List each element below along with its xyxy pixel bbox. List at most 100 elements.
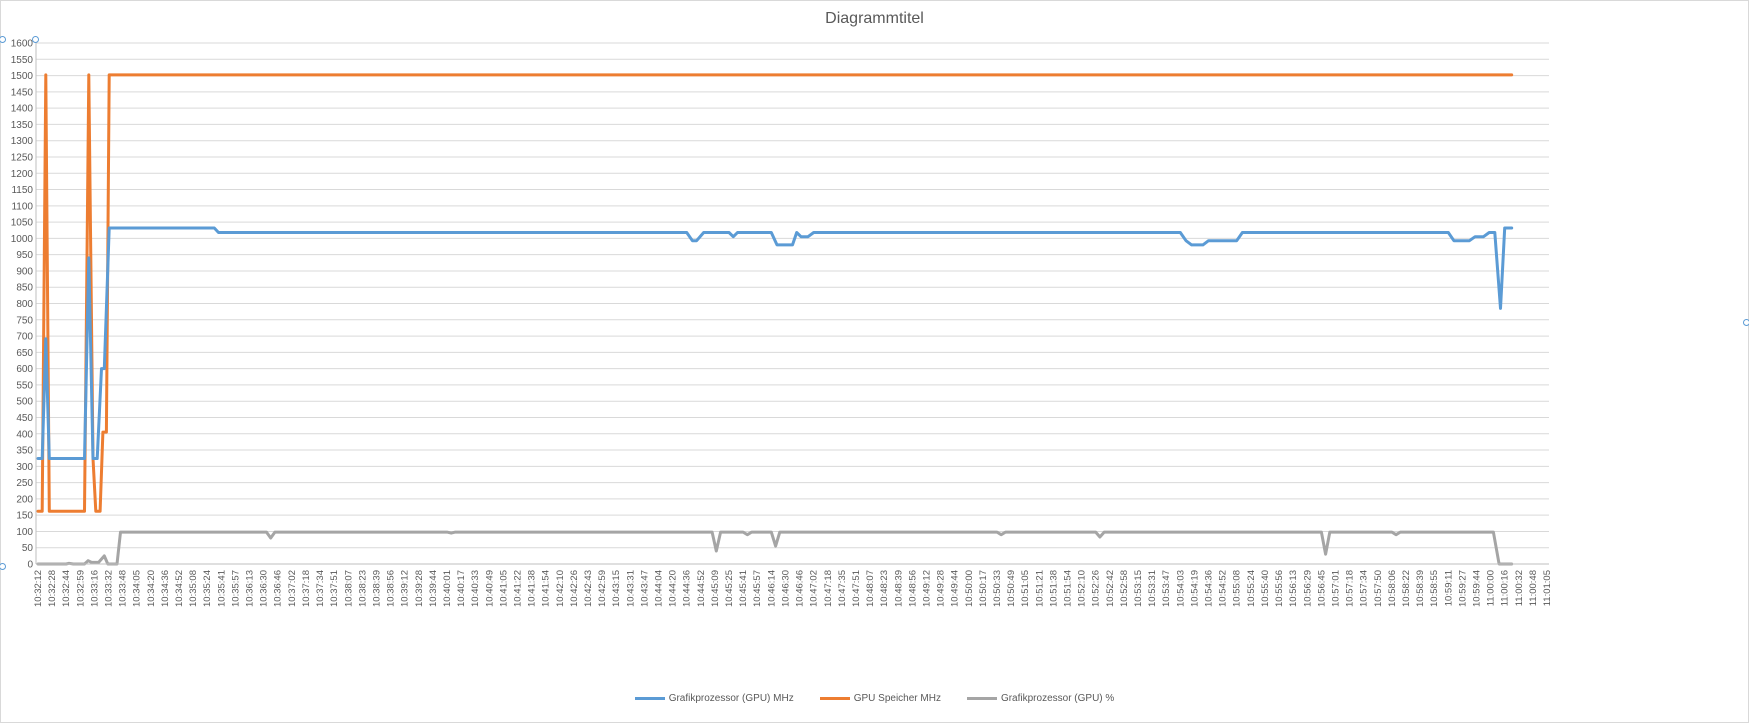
y-tick-label: 1350 bbox=[11, 120, 34, 131]
x-tick-label: 10:54:03 bbox=[1175, 570, 1186, 607]
x-tick-label: 10:42:43 bbox=[583, 570, 594, 607]
x-tick-label: 10:59:11 bbox=[1443, 570, 1454, 606]
x-tick-label: 10:40:33 bbox=[470, 570, 481, 607]
legend-label: GPU Speicher MHz bbox=[853, 693, 941, 704]
y-tick-label: 100 bbox=[16, 527, 33, 538]
y-tick-label: 950 bbox=[16, 250, 33, 261]
x-tick-label: 10:43:31 bbox=[625, 570, 636, 607]
x-tick-label: 10:41:05 bbox=[498, 570, 509, 607]
x-tick-label: 10:51:38 bbox=[1048, 570, 1059, 607]
x-tick-label: 10:40:01 bbox=[442, 570, 453, 607]
x-tick-label: 10:39:28 bbox=[414, 570, 425, 607]
x-tick-label: 10:36:13 bbox=[245, 570, 256, 607]
x-tick-label: 10:46:30 bbox=[780, 570, 791, 607]
x-tick-label: 10:35:24 bbox=[202, 570, 213, 607]
x-tick-label: 10:57:34 bbox=[1359, 570, 1370, 607]
x-tick-label: 10:58:22 bbox=[1401, 570, 1412, 607]
legend-swatch bbox=[966, 697, 997, 700]
x-tick-label: 10:50:33 bbox=[992, 570, 1003, 607]
y-tick-label: 350 bbox=[16, 446, 33, 457]
x-tick-label: 10:41:54 bbox=[541, 570, 552, 607]
x-tick-label: 10:58:39 bbox=[1415, 570, 1426, 607]
series-line bbox=[36, 226, 1514, 460]
gridlines bbox=[36, 42, 1549, 565]
x-tick-label: 10:49:28 bbox=[936, 570, 947, 607]
x-tick-label: 10:59:44 bbox=[1471, 570, 1482, 607]
x-tick-label: 10:54:19 bbox=[1189, 570, 1200, 607]
x-tick-label: 10:59:27 bbox=[1457, 570, 1468, 607]
x-tick-label: 11:00:32 bbox=[1514, 570, 1525, 606]
x-tick-label: 10:47:02 bbox=[809, 570, 820, 607]
x-tick-label: 10:37:51 bbox=[329, 570, 340, 607]
x-tick-label: 10:44:20 bbox=[668, 570, 679, 607]
x-tick-label: 10:32:12 bbox=[33, 570, 44, 607]
y-tick-label: 1400 bbox=[11, 104, 34, 115]
y-tick-label: 1150 bbox=[11, 185, 33, 196]
y-tick-label: 850 bbox=[16, 283, 33, 294]
x-tick-label: 10:38:07 bbox=[343, 570, 354, 607]
x-tick-label: 10:55:08 bbox=[1232, 570, 1243, 607]
x-tick-label: 10:42:26 bbox=[569, 570, 580, 607]
x-tick-label: 10:53:31 bbox=[1147, 570, 1158, 607]
x-tick-label: 10:47:51 bbox=[851, 570, 862, 607]
x-tick-label: 10:33:32 bbox=[104, 570, 115, 607]
x-tick-label: 10:51:21 bbox=[1034, 570, 1045, 607]
x-tick-label: 10:45:09 bbox=[710, 570, 721, 607]
x-tick-label: 10:39:44 bbox=[428, 570, 439, 607]
x-tick-label: 10:58:55 bbox=[1429, 570, 1440, 607]
x-tick-label: 10:50:49 bbox=[1006, 570, 1017, 607]
x-tick-label: 10:33:16 bbox=[89, 570, 100, 607]
y-tick-label: 1050 bbox=[11, 218, 34, 229]
y-tick-label: 500 bbox=[16, 397, 33, 408]
y-tick-label: 650 bbox=[16, 348, 33, 359]
selection-handle[interactable] bbox=[1743, 319, 1749, 326]
legend-item: Grafikprozessor (GPU) MHz bbox=[634, 693, 794, 704]
x-tick-label: 10:52:10 bbox=[1077, 570, 1088, 607]
y-tick-label: 600 bbox=[16, 364, 33, 375]
x-tick-label: 10:50:00 bbox=[964, 570, 975, 607]
x-tick-label: 10:35:57 bbox=[230, 570, 241, 607]
x-tick-label: 10:55:24 bbox=[1246, 570, 1257, 607]
x-tick-label: 11:00:16 bbox=[1500, 570, 1511, 606]
x-tick-label: 10:51:54 bbox=[1063, 570, 1074, 607]
y-tick-label: 1600 bbox=[11, 39, 34, 50]
y-tick-label: 400 bbox=[16, 429, 33, 440]
x-tick-label: 10:35:41 bbox=[216, 570, 227, 607]
x-tick-label: 10:34:05 bbox=[132, 570, 143, 607]
x-tick-label: 10:58:06 bbox=[1387, 570, 1398, 607]
legend-item: Grafikprozessor (GPU) % bbox=[966, 693, 1115, 704]
legend-label: Grafikprozessor (GPU) MHz bbox=[668, 693, 794, 704]
x-tick-label: 10:44:52 bbox=[696, 570, 707, 607]
x-tick-label: 10:48:07 bbox=[865, 570, 876, 607]
y-tick-label: 900 bbox=[16, 266, 33, 277]
x-tick-label: 10:45:57 bbox=[752, 570, 763, 607]
x-tick-label: 10:32:28 bbox=[47, 570, 58, 607]
x-tick-label: 10:34:20 bbox=[146, 570, 157, 607]
x-tick-label: 10:34:36 bbox=[160, 570, 171, 607]
y-tick-label: 1100 bbox=[11, 201, 33, 212]
x-tick-label: 10:42:59 bbox=[597, 570, 608, 607]
x-tick-label: 10:38:56 bbox=[386, 570, 397, 607]
x-tick-label: 10:37:02 bbox=[287, 570, 298, 607]
line-chart: 0 50 100 150 200 250 300 350 400 450 500 550 600 650 7… bbox=[11, 38, 1553, 607]
x-tick-label: 10:47:18 bbox=[823, 570, 834, 607]
x-tick-label: 10:57:01 bbox=[1330, 570, 1341, 607]
x-tick-label: 10:45:41 bbox=[738, 570, 749, 607]
x-tick-label: 10:57:18 bbox=[1345, 570, 1356, 607]
x-tick-label: 10:42:10 bbox=[555, 570, 566, 607]
y-tick-label: 300 bbox=[16, 462, 33, 473]
x-tick-label: 10:36:30 bbox=[259, 570, 270, 607]
x-tick-label: 10:33:48 bbox=[118, 570, 129, 607]
x-tick-label: 10:44:04 bbox=[654, 570, 665, 607]
x-tick-label: 10:52:58 bbox=[1119, 570, 1130, 607]
x-tick-label: 10:46:14 bbox=[766, 570, 777, 607]
x-tick-label: 10:32:44 bbox=[61, 570, 72, 607]
legend-label: Grafikprozessor (GPU) % bbox=[1000, 693, 1115, 704]
x-tick-label: 10:53:47 bbox=[1161, 570, 1172, 607]
x-tick-label: 10:48:39 bbox=[893, 570, 904, 607]
y-tick-label: 250 bbox=[16, 478, 33, 489]
x-tick-label: 10:46:46 bbox=[795, 570, 806, 607]
x-tick-label: 10:35:08 bbox=[188, 570, 199, 607]
selection-handle[interactable] bbox=[32, 36, 39, 43]
x-tick-label: 10:36:46 bbox=[273, 570, 284, 607]
